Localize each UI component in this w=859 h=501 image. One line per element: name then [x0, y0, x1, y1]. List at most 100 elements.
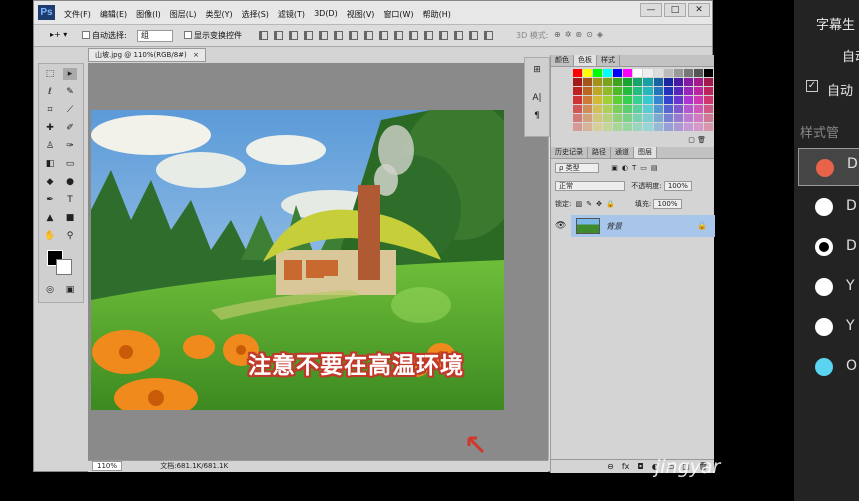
color-swatch[interactable] [623, 114, 633, 122]
menu-item-3[interactable]: 图层(L) [170, 9, 197, 20]
color-swatch[interactable] [603, 69, 613, 77]
3d-mode-icons[interactable]: ⊕✲⊛⊙◈ [554, 30, 607, 39]
shape-tool-icon[interactable]: ■ [63, 212, 77, 224]
color-swatch[interactable] [593, 78, 603, 86]
color-swatch[interactable] [623, 69, 633, 77]
color-swatch[interactable] [653, 114, 663, 122]
color-swatch[interactable] [653, 96, 663, 104]
color-swatch[interactable] [643, 123, 653, 131]
tab-swatches[interactable]: 色板 [574, 55, 597, 66]
color-swatch[interactable] [613, 87, 623, 95]
visibility-eye-icon[interactable]: 👁 [555, 221, 566, 231]
color-swatch[interactable] [653, 123, 663, 131]
auto-select-dropdown[interactable]: 组 [137, 30, 173, 42]
style-item[interactable]: Y [798, 308, 859, 346]
color-swatch[interactable] [573, 78, 583, 86]
color-swatch[interactable] [643, 105, 653, 113]
brush-tool-icon[interactable]: ✐ [63, 122, 77, 134]
style-item[interactable]: D [798, 228, 859, 266]
color-swatch[interactable] [603, 114, 613, 122]
move-tool-icon[interactable]: ▸+ ▾ [50, 30, 67, 39]
background-color-swatch[interactable] [56, 259, 72, 275]
color-swatch[interactable] [613, 123, 623, 131]
show-transform-checkbox[interactable] [184, 31, 192, 39]
lasso-tool-icon[interactable]: ℓ [43, 86, 57, 98]
link-layers-icon[interactable]: ⊖ [607, 460, 614, 473]
layer-row-background[interactable]: 背景 🔒 [571, 215, 715, 237]
close-tab-icon[interactable]: × [193, 51, 199, 59]
auto-select-option[interactable]: 自动选择: [82, 30, 127, 41]
color-swatch[interactable] [643, 96, 653, 104]
color-swatch[interactable] [623, 78, 633, 86]
color-swatch[interactable] [613, 105, 623, 113]
document-size[interactable]: 文档:681.1K/681.1K [160, 462, 228, 470]
fill-input[interactable]: 100% [653, 199, 682, 209]
color-swatch[interactable] [693, 105, 703, 113]
color-swatch[interactable] [673, 87, 683, 95]
menu-item-0[interactable]: 文件(F) [64, 9, 91, 20]
clone-stamp-icon[interactable]: ♙ [43, 140, 57, 152]
color-swatch[interactable] [643, 114, 653, 122]
menu-item-8[interactable]: 视图(V) [347, 9, 375, 20]
quick-mask-icon[interactable]: ◎ [43, 284, 57, 296]
color-swatch[interactable] [693, 114, 703, 122]
color-swatch[interactable] [683, 96, 693, 104]
color-swatch[interactable] [573, 96, 583, 104]
eraser-icon[interactable]: ◧ [43, 158, 57, 170]
color-swatch[interactable] [703, 114, 713, 122]
pen-tool-icon[interactable]: ✒ [43, 194, 57, 206]
maximize-button[interactable]: □ [664, 3, 686, 17]
color-swatch[interactable] [593, 123, 603, 131]
color-swatch[interactable] [683, 105, 693, 113]
color-swatch[interactable] [673, 105, 683, 113]
color-swatch[interactable] [603, 123, 613, 131]
color-swatch[interactable] [663, 105, 673, 113]
color-swatch[interactable] [643, 69, 653, 77]
color-swatch[interactable] [673, 123, 683, 131]
color-swatch[interactable] [603, 87, 613, 95]
color-swatch[interactable] [683, 123, 693, 131]
color-swatch[interactable] [633, 114, 643, 122]
opacity-input[interactable]: 100% [663, 181, 692, 191]
color-swatch[interactable] [613, 69, 623, 77]
menu-item-5[interactable]: 选择(S) [242, 9, 269, 20]
type-tool-icon[interactable]: T [63, 194, 77, 206]
blend-mode-dropdown[interactable]: 正常 [555, 181, 625, 191]
lock-icons[interactable]: ▨✎✥🔒 [576, 200, 619, 208]
color-swatch[interactable] [703, 123, 713, 131]
character-panel-icon[interactable]: A| [530, 92, 544, 104]
color-swatch[interactable] [603, 105, 613, 113]
history-brush-icon[interactable]: ✑ [63, 140, 77, 152]
color-swatch[interactable] [593, 96, 603, 104]
color-swatch[interactable] [653, 105, 663, 113]
document-tab[interactable]: 山坡.jpg @ 110%(RGB/8#) × [88, 48, 206, 62]
color-swatch[interactable] [673, 114, 683, 122]
color-swatch[interactable] [693, 87, 703, 95]
color-swatch[interactable] [663, 78, 673, 86]
color-swatch[interactable] [643, 78, 653, 86]
tool-presets-icon[interactable]: ⊞ [530, 64, 544, 76]
color-swatch[interactable] [573, 105, 583, 113]
color-swatch[interactable] [583, 114, 593, 122]
color-swatch[interactable] [583, 96, 593, 104]
zoom-level[interactable]: 110% [92, 461, 123, 471]
color-swatch[interactable] [663, 69, 673, 77]
dodge-icon[interactable]: ● [63, 176, 77, 188]
canvas-area[interactable]: 注意不要在高温环境 [88, 63, 548, 460]
color-swatch[interactable] [583, 105, 593, 113]
color-swatch[interactable] [663, 114, 673, 122]
color-swatch[interactable] [683, 78, 693, 86]
color-swatch[interactable] [703, 69, 713, 77]
zoom-tool-icon[interactable]: ⚲ [63, 230, 77, 242]
color-swatch[interactable] [623, 123, 633, 131]
color-swatch[interactable] [613, 78, 623, 86]
style-item[interactable]: Y [798, 268, 859, 306]
color-swatch[interactable] [633, 96, 643, 104]
swatch-grid[interactable] [573, 69, 713, 131]
style-item[interactable]: D [798, 148, 859, 186]
color-swatch[interactable] [633, 87, 643, 95]
screen-mode-icon[interactable]: ▣ [63, 284, 77, 296]
blur-icon[interactable]: ◆ [43, 176, 57, 188]
quick-select-icon[interactable]: ✎ [63, 86, 77, 98]
gradient-icon[interactable]: ▭ [63, 158, 77, 170]
